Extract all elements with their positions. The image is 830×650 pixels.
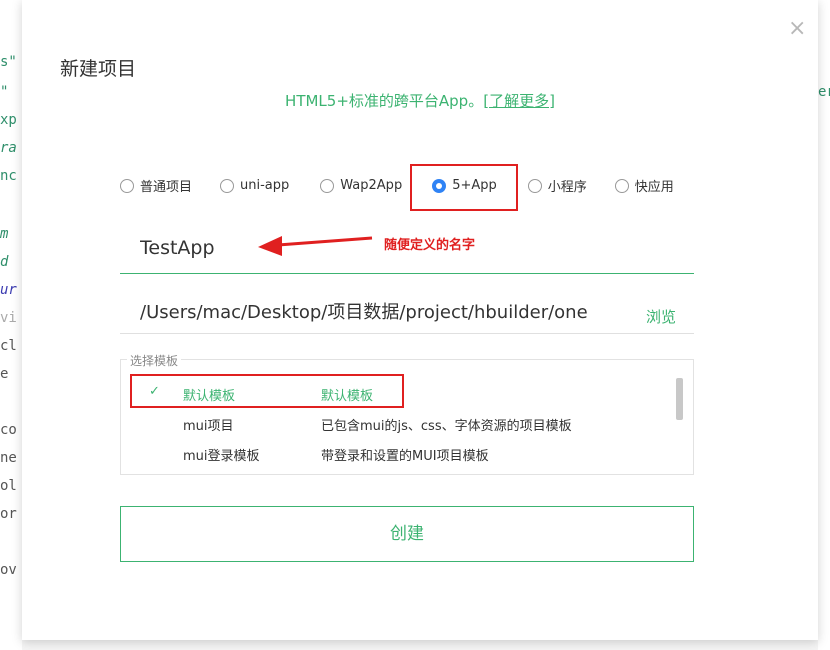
highlight-box [410, 164, 518, 211]
dialog-title: 新建项目 [60, 58, 137, 80]
browse-button[interactable]: 浏览 [646, 306, 676, 327]
template-name: mui项目 [183, 419, 234, 434]
project-type-quick-app[interactable]: 快应用 [614, 176, 674, 195]
new-project-dialog: × 新建项目 HTML5+标准的跨平台App。[了解更多] 普通项目 uni-a… [22, 0, 818, 640]
code-fragment: or [0, 506, 17, 522]
location-value: /Users/mac/Desktop/项目数据/project/hbuilder… [140, 302, 588, 323]
code-fragment: er [818, 84, 830, 100]
code-fragment: ra [0, 140, 17, 156]
project-type-mini-program[interactable]: 小程序 [527, 176, 587, 195]
code-fragment: cl [0, 338, 17, 354]
template-desc: 已包含mui的js、css、字体资源的项目模板 [321, 419, 572, 434]
annotation-text: 随便定义的名字 [384, 238, 476, 253]
dialog-subtitle: HTML5+标准的跨平台App。[了解更多] [22, 90, 818, 111]
radio-icon[interactable] [614, 178, 629, 193]
project-type-uni-app[interactable]: uni-app [220, 176, 289, 195]
radio-icon[interactable] [220, 178, 235, 193]
code-fragment: " [0, 84, 9, 100]
project-type-label: 快应用 [634, 180, 674, 195]
project-type-label: uni-app [240, 178, 290, 193]
radio-icon[interactable] [120, 178, 134, 193]
learn-more-link[interactable]: [了解更多] [483, 92, 555, 110]
create-button[interactable]: 创建 [120, 506, 694, 562]
project-type-label: 普通项目 [140, 180, 193, 195]
radio-icon[interactable] [320, 178, 335, 193]
project-type-normal[interactable]: 普通项目 [120, 176, 192, 195]
code-fragment: nc [0, 168, 17, 184]
template-scrollbar[interactable] [676, 378, 683, 420]
code-fragment: xp [0, 112, 17, 128]
code-fragment: ur [0, 282, 17, 298]
code-fragment: co [0, 422, 17, 438]
template-row-mui[interactable]: mui项目 已包含mui的js、css、字体资源的项目模板 [121, 411, 673, 435]
background-editor-left: s" " xp ra nc m d ur vi cl e co ne ol or… [0, 0, 22, 650]
project-type-group: 普通项目 uni-app Wap2App 5+App 小程序 快应用 [120, 176, 674, 195]
code-fragment: d [0, 254, 9, 270]
code-fragment: ol [0, 478, 17, 494]
template-name: mui登录模板 [183, 449, 260, 464]
code-fragment: e [0, 366, 9, 382]
project-type-label: Wap2App [340, 178, 403, 193]
location-field[interactable]: /Users/mac/Desktop/项目数据/project/hbuilder… [120, 284, 694, 334]
subtitle-text: HTML5+标准的跨平台App。 [285, 92, 484, 110]
code-fragment: ne [0, 450, 17, 466]
radio-icon[interactable] [527, 178, 542, 193]
project-type-label: 小程序 [547, 180, 587, 195]
project-type-wap2app[interactable]: Wap2App [320, 176, 402, 195]
background-editor-right: er [818, 0, 830, 650]
highlight-box [130, 374, 404, 408]
code-fragment: m [0, 226, 9, 242]
template-row-mui-login[interactable]: mui登录模板 带登录和设置的MUI项目模板 [121, 441, 673, 465]
close-icon[interactable]: × [788, 18, 806, 40]
arrow-left-icon [258, 236, 373, 256]
code-fragment: ov [0, 562, 17, 578]
code-fragment: s" [0, 54, 17, 70]
code-fragment: vi [0, 310, 17, 326]
template-desc: 带登录和设置的MUI项目模板 [321, 449, 489, 464]
template-section-label: 选择模板 [127, 352, 182, 369]
